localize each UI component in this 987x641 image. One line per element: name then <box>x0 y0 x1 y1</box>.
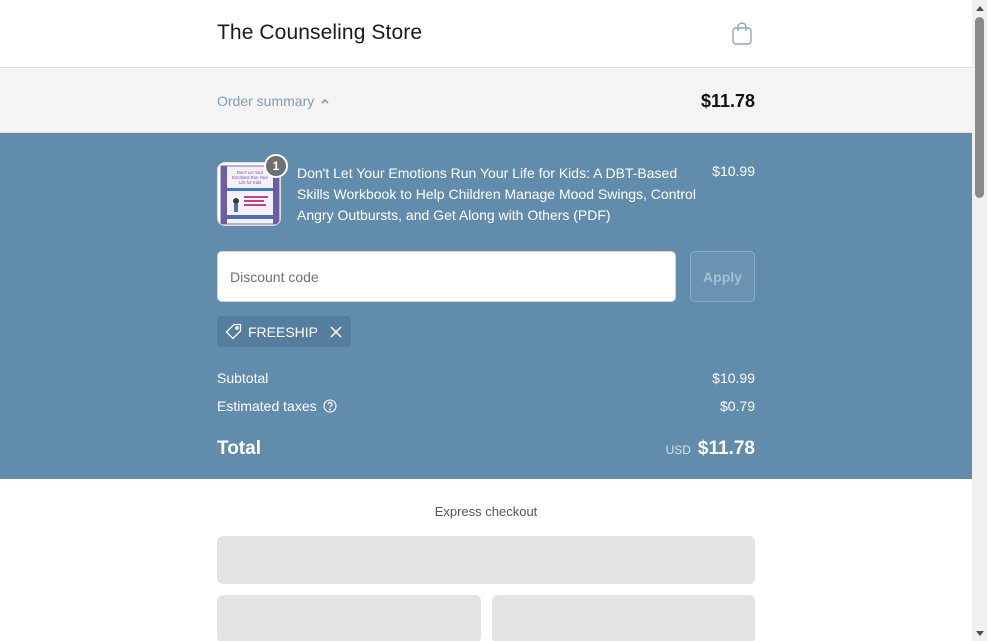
checkout-page: The Counseling Store Order summary $11.7… <box>0 0 987 641</box>
subtotal-label: Subtotal <box>217 370 269 386</box>
line-item: Don't Let Your Emotions Run Your Life fo… <box>217 154 755 226</box>
cover-line-3: Life for Kids <box>239 180 261 185</box>
order-summary-toggle[interactable]: Order summary <box>217 93 330 109</box>
viewport: The Counseling Store Order summary $11.7… <box>0 0 972 641</box>
order-summary-label: Order summary <box>217 93 315 109</box>
shopping-bag-icon[interactable] <box>731 22 753 46</box>
scroll-down-arrow-icon[interactable] <box>972 626 987 641</box>
discount-code-label: FREESHIP <box>248 323 319 340</box>
order-summary-bar: Order summary $11.78 <box>0 69 972 133</box>
express-checkout-label: Express checkout <box>434 504 538 519</box>
express-pay-button-primary[interactable] <box>217 536 755 584</box>
help-circle-icon[interactable] <box>323 399 337 413</box>
discount-code-input[interactable] <box>217 251 676 302</box>
total-row: Total USD $11.78 <box>217 438 755 460</box>
chevron-up-icon <box>321 98 329 104</box>
scroll-up-arrow-icon[interactable] <box>972 0 987 15</box>
quantity-badge: 1 <box>264 154 288 178</box>
applied-discount-tag: FREESHIP <box>217 316 352 347</box>
total-label: Total <box>217 438 261 459</box>
subtotal-value: $10.99 <box>712 370 755 386</box>
taxes-label-group: Estimated taxes <box>217 398 337 414</box>
tag-icon <box>225 323 242 340</box>
close-icon[interactable] <box>330 325 342 338</box>
total-amount: USD $11.78 <box>666 438 755 460</box>
subtotal-row: Subtotal $10.99 <box>217 370 755 386</box>
order-summary-panel: Don't Let Your Emotions Run Your Life fo… <box>0 133 972 479</box>
store-header: The Counseling Store <box>0 0 972 68</box>
currency-code: USD <box>665 443 691 457</box>
taxes-value: $0.79 <box>719 398 755 414</box>
express-pay-button-left[interactable] <box>217 595 481 641</box>
summary-total: $11.78 <box>700 91 755 111</box>
taxes-label: Estimated taxes <box>217 398 317 414</box>
taxes-row: Estimated taxes $0.79 <box>217 398 755 414</box>
apply-discount-button[interactable]: Apply <box>690 251 755 302</box>
product-price: $10.99 <box>712 163 755 179</box>
scrollbar-thumb[interactable] <box>975 17 984 198</box>
total-value: $11.78 <box>697 438 755 459</box>
vertical-scrollbar[interactable] <box>972 0 987 641</box>
express-pay-button-right[interactable] <box>492 595 755 641</box>
product-title: Don't Let Your Emotions Run Your Life fo… <box>297 165 696 223</box>
store-title[interactable]: The Counseling Store <box>217 21 422 45</box>
